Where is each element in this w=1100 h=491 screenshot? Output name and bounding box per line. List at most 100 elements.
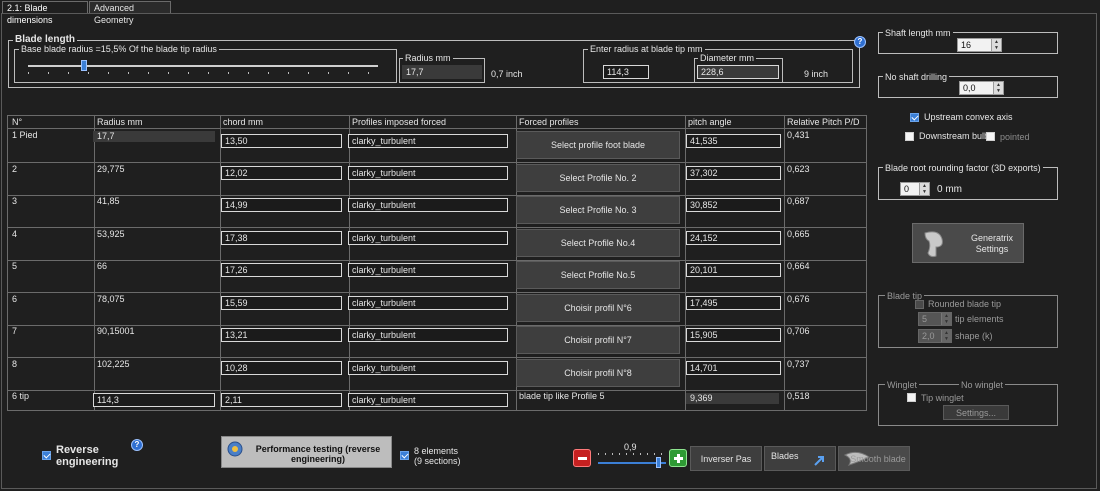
shape-label: shape (k) [955,331,993,341]
root-rounding-spinner[interactable]: 0 ▲ ▼ [900,182,930,196]
row-9-profile[interactable]: clarky_turbulent [348,393,508,407]
diameter-field[interactable]: 228,6 [697,65,779,79]
pointed-checkbox[interactable] [986,132,995,141]
help-icon[interactable]: ? [854,36,866,48]
row-6-radius: 78,075 [97,294,125,304]
row-4-pitch[interactable]: 24,152 [686,231,781,245]
base-radius-slider-thumb[interactable] [81,60,87,71]
upstream-convex-checkbox[interactable] [910,113,919,122]
tip-elements-value: 5 [922,314,928,324]
row-3-radius: 41,85 [97,196,120,206]
row-5-forced-profile-button[interactable]: Select Profile No.5 [516,261,680,289]
performance-testing-label-2: engineering) [290,454,345,464]
zoom-slider-thumb[interactable] [656,457,662,468]
zoom-out-button[interactable] [573,449,591,467]
header-forced-profiles: Forced profiles [519,117,579,127]
row-3-chord[interactable]: 14,99 [221,198,342,212]
shaft-drilling-spinner[interactable]: 0,0 ▲ ▼ [959,81,1004,95]
shaft-length-spinner[interactable]: 16 ▲ ▼ [957,38,1002,52]
row-5-pitch[interactable]: 20,101 [686,263,781,277]
row-1-pitch[interactable]: 41,535 [686,134,781,148]
row-5-profile[interactable]: clarky_turbulent [348,263,508,277]
row-6-forced-profile-button[interactable]: Choisir profil N°6 [516,294,680,322]
row-8-forced-profile-button[interactable]: Choisir profil N°8 [516,359,680,387]
spinner-arrows[interactable]: ▲ ▼ [919,183,929,195]
winglet-status: No winglet [959,380,1006,390]
row-7-chord[interactable]: 13,21 [221,328,342,342]
shape-spinner[interactable]: 2,0 ▲ ▼ [918,329,952,343]
row-6-pitch[interactable]: 17,495 [686,296,781,310]
row-2-profile[interactable]: clarky_turbulent [348,166,508,180]
row-1-profile[interactable]: clarky_turbulent [348,134,508,148]
radius-inch-text: 0,7 inch [491,69,523,79]
smooth-blade-button[interactable]: Smooth blade [838,446,910,471]
header-radius: Radius mm [97,117,143,127]
tip-winglet-checkbox[interactable] [907,393,916,402]
row-5-chord[interactable]: 17,26 [221,263,342,277]
spinner-arrows[interactable]: ▲ ▼ [991,39,1001,51]
reverse-help-icon[interactable]: ? [131,439,143,451]
elements-label-2: (9 sections) [414,456,461,466]
row-2-pitch[interactable]: 37,302 [686,166,781,180]
row-7-pitch[interactable]: 15,905 [686,328,781,342]
row-6-chord[interactable]: 15,59 [221,296,342,310]
header-relative-pitch: Relative Pitch P/D [787,117,860,127]
row-3-profile[interactable]: clarky_turbulent [348,198,508,212]
header-profiles-imposed: Profiles imposed forced [352,117,447,127]
radius-mm-field[interactable]: 17,7 [402,65,482,79]
arrow-icon [814,456,824,466]
row-7-forced-profile-button[interactable]: Choisir profil N°7 [516,326,680,354]
diameter-label: Diameter mm [698,53,757,63]
elements-checkbox[interactable] [400,451,409,460]
row-6-relative-pitch: 0,676 [787,294,810,304]
row-7-radius: 90,15001 [97,326,135,336]
row-4-profile[interactable]: clarky_turbulent [348,231,508,245]
reverse-engineering-checkbox[interactable] [42,451,51,460]
row-2-forced-profile-button[interactable]: Select Profile No. 2 [516,164,680,192]
row-2-radius: 29,775 [97,164,125,174]
row-7-relative-pitch: 0,706 [787,326,810,336]
row-2-n: 2 [12,164,18,174]
row-4-chord[interactable]: 17,38 [221,231,342,245]
shaft-drilling-value: 0,0 [963,83,976,93]
zoom-in-button[interactable] [669,449,687,467]
row-9-radius[interactable]: 114,3 [93,393,215,407]
shaft-length-label: Shaft length mm [883,28,953,38]
row-8-chord[interactable]: 10,28 [221,361,342,375]
rounded-tip-label: Rounded blade tip [928,299,1002,309]
row-8-profile[interactable]: clarky_turbulent [348,361,508,375]
tip-elements-spinner[interactable]: 5 ▲ ▼ [918,312,952,326]
row-2-chord[interactable]: 12,02 [221,166,342,180]
row-3-forced-profile-button[interactable]: Select Profile No. 3 [516,196,680,224]
spinner-arrows[interactable]: ▲ ▼ [941,313,951,325]
winglet-settings-button[interactable]: Settings... [943,405,1009,420]
root-rounding-label: Blade root rounding factor (3D exports) [883,163,1043,173]
row-5-n: 5 [12,261,18,271]
row-1-forced-profile-button[interactable]: Select profile foot blade [516,131,680,159]
blades-button[interactable]: Blades [764,446,836,471]
row-9-relative-pitch: 0,518 [787,391,810,401]
shaft-drilling-label: No shaft drilling [883,72,950,82]
diameter-inch-text: 9 inch [804,69,829,79]
row-1-chord[interactable]: 13,50 [221,134,342,148]
zoom-ticks [598,453,666,455]
radius-mm-label: Radius mm [403,53,453,63]
downstream-bulb-checkbox[interactable] [905,132,914,141]
row-9-chord[interactable]: 2,11 [221,393,342,407]
row-7-profile[interactable]: clarky_turbulent [348,328,508,342]
performance-testing-button[interactable]: Performance testing (reverse engineering… [221,436,392,468]
inverser-pas-button[interactable]: Inverser Pas [690,446,762,471]
generatrix-settings-button[interactable]: Generatrix Settings [912,223,1024,263]
row-9-forced-profile-text: blade tip like Profile 5 [519,391,605,401]
row-4-forced-profile-button[interactable]: Select Profile No.4 [516,229,680,257]
rounded-tip-checkbox[interactable] [915,300,924,309]
spinner-arrows[interactable]: ▲ ▼ [993,82,1003,94]
header-n: N° [12,117,23,127]
tip-radius-field[interactable]: 114,3 [603,65,649,79]
row-8-pitch[interactable]: 14,701 [686,361,781,375]
base-radius-label: Base blade radius =15,5% Of the blade ti… [19,44,219,54]
spinner-arrows[interactable]: ▲ ▼ [941,330,951,342]
row-3-pitch[interactable]: 30,852 [686,198,781,212]
slider-ticks [28,72,378,74]
row-6-profile[interactable]: clarky_turbulent [348,296,508,310]
